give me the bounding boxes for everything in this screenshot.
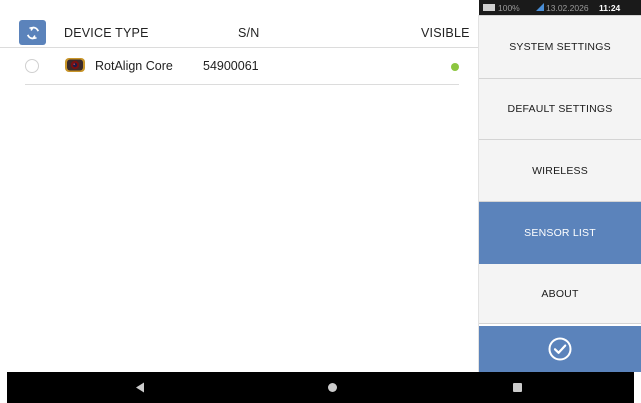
device-serial: 54900061: [203, 59, 259, 73]
system-nav-bar: [7, 372, 634, 403]
row-select-radio[interactable]: [25, 59, 39, 73]
battery-icon: [483, 4, 495, 11]
signal-icon: [536, 3, 544, 11]
refresh-icon: [26, 26, 39, 39]
device-name: RotAlign Core: [95, 59, 173, 73]
menu-item-about[interactable]: ABOUT: [479, 264, 641, 324]
menu-item-label: SENSOR LIST: [524, 226, 596, 239]
refresh-button[interactable]: [19, 20, 46, 45]
menu-item-wireless[interactable]: WIRELESS: [479, 140, 641, 202]
checkmark-circle-icon: [548, 337, 572, 361]
status-time: 11:24: [599, 3, 621, 13]
battery-level: 100%: [498, 3, 520, 13]
status-date: 13.02.2026: [546, 3, 589, 13]
settings-menu: 100% 13.02.2026 11:24 SYSTEM SETTINGS DE…: [479, 0, 641, 372]
menu-item-label: WIRELESS: [532, 164, 588, 177]
menu-item-label: DEFAULT SETTINGS: [507, 103, 613, 115]
menu-item-system-settings[interactable]: SYSTEM SETTINGS: [479, 15, 641, 79]
menu-item-default-settings[interactable]: DEFAULT SETTINGS: [479, 79, 641, 140]
home-icon[interactable]: [328, 383, 337, 392]
sensor-device-icon: [65, 58, 85, 72]
confirm-button[interactable]: [479, 326, 641, 372]
menu-item-label: SYSTEM SETTINGS: [509, 41, 611, 53]
column-header-device-type: DEVICE TYPE: [64, 26, 149, 40]
recents-icon[interactable]: [513, 383, 522, 392]
menu-item-label: ABOUT: [541, 287, 579, 300]
visible-status-dot: [451, 63, 459, 71]
sensor-list-panel: DEVICE TYPE S/N VISIBLE RotAlign Core 54…: [0, 0, 478, 372]
menu-item-sensor-list[interactable]: SENSOR LIST: [479, 202, 641, 264]
column-header-visible: VISIBLE: [421, 26, 470, 40]
back-icon[interactable]: [135, 382, 145, 393]
status-bar: 100% 13.02.2026 11:24: [479, 0, 641, 15]
row-divider: [25, 84, 459, 85]
column-header-serial: S/N: [238, 26, 260, 40]
table-row[interactable]: RotAlign Core 54900061: [0, 48, 478, 84]
